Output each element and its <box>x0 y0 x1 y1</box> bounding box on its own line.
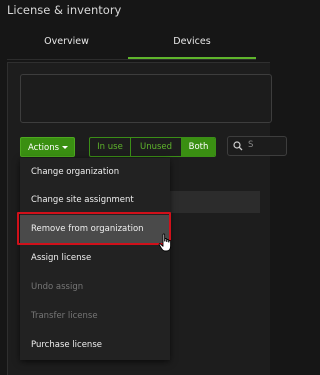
caret-down-icon <box>62 146 68 149</box>
filter-unused[interactable]: Unused <box>131 138 182 156</box>
search-icon <box>233 141 243 151</box>
tab-overview[interactable]: Overview <box>7 27 126 57</box>
menu-item-purchase-license[interactable]: Purchase license <box>20 331 170 360</box>
tab-divider <box>7 59 256 60</box>
hand-pointer-icon <box>158 233 172 252</box>
license-inventory-page: License & inventory Overview Devices Act… <box>0 0 287 375</box>
menu-item-assign-license[interactable]: Assign license <box>20 244 170 273</box>
actions-button[interactable]: Actions <box>20 137 75 157</box>
actions-button-label: Actions <box>28 143 60 153</box>
device-input-area[interactable] <box>20 74 272 123</box>
menu-item-change-organization[interactable]: Change organization <box>20 158 170 187</box>
menu-item-undo-assign: Undo assign <box>31 282 84 292</box>
search-input[interactable]: S <box>227 136 287 156</box>
menu-item-transfer-license: Transfer license <box>31 311 98 321</box>
tab-bar: Overview Devices <box>7 27 256 60</box>
actions-dropdown-menu: Change organization Change site assignme… <box>20 158 170 360</box>
menu-item-change-site-assignment[interactable]: Change site assignment <box>20 186 170 215</box>
search-placeholder: S <box>248 140 254 150</box>
table-header <box>170 191 260 213</box>
highlight-annotation <box>17 212 171 245</box>
filter-both[interactable]: Both <box>182 138 215 156</box>
filter-in-use[interactable]: In use <box>90 138 131 156</box>
usage-filter-segment: In use Unused Both <box>89 137 216 157</box>
page-title: License & inventory <box>7 3 122 17</box>
tab-devices[interactable]: Devices <box>128 27 256 57</box>
